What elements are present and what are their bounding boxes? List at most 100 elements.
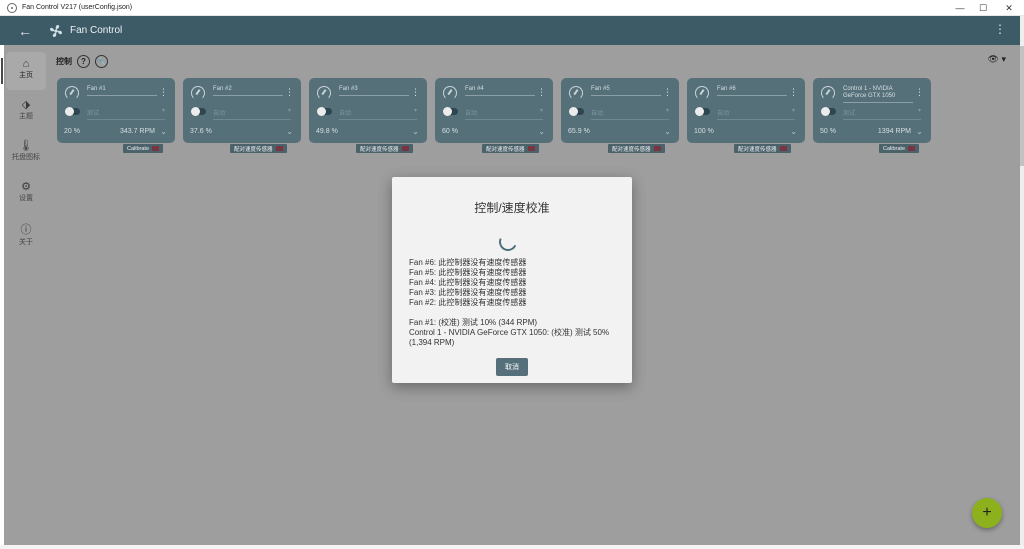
more-vert-icon[interactable]: ⋮ bbox=[537, 87, 546, 98]
cancel-button[interactable]: 取消 bbox=[496, 358, 528, 376]
mode-select[interactable]: 自动 bbox=[339, 107, 417, 120]
more-vert-icon[interactable]: ⋮ bbox=[663, 87, 672, 98]
badge-label: Calibrate bbox=[127, 145, 150, 152]
badge-swatch bbox=[908, 146, 916, 151]
sidebar-item-theme[interactable]: ⬗ 主题 bbox=[6, 92, 46, 130]
mode-select[interactable]: 测试 bbox=[843, 107, 921, 120]
log-line: Fan #1: (校准) 测试 10% (344 RPM) bbox=[409, 318, 538, 327]
fan-percent: 49.8 % bbox=[316, 128, 338, 135]
fan-name[interactable]: Fan #2 bbox=[213, 86, 283, 96]
visibility-icon[interactable]: 👁 ▾ bbox=[988, 54, 1006, 65]
fan-name[interactable]: Fan #5 bbox=[591, 86, 661, 96]
pair-speed-sensor-badge[interactable]: 配对速度传感器 bbox=[734, 144, 791, 153]
more-vert-icon[interactable]: ⋮ bbox=[159, 87, 168, 98]
sidebar-item-label: 托盘图标 bbox=[12, 154, 40, 161]
badge-swatch bbox=[779, 146, 787, 151]
fan-percent: 37.6 % bbox=[190, 128, 212, 135]
dialog-title: 控制/速度校准 bbox=[474, 201, 550, 215]
sidebar-item-about[interactable]: ⓘ 关于 bbox=[6, 215, 46, 253]
enable-toggle[interactable] bbox=[821, 107, 836, 116]
more-vert-icon[interactable]: ⋮ bbox=[915, 87, 924, 98]
more-vert-icon[interactable]: ⋮ bbox=[789, 87, 798, 98]
fan-name[interactable]: Fan #4 bbox=[465, 86, 535, 96]
pair-speed-sensor-badge[interactable]: 配对速度传感器 bbox=[356, 144, 413, 153]
log-line: Fan #3: 此控制器没有速度传感器 bbox=[409, 288, 527, 297]
gauge-icon bbox=[695, 86, 709, 100]
home-icon: ⌂ bbox=[22, 58, 30, 70]
status-strip bbox=[0, 545, 1024, 549]
chevron-down-icon[interactable]: ⌄ bbox=[790, 127, 797, 136]
log-line: Fan #6: 此控制器没有速度传感器 bbox=[409, 258, 527, 267]
chevron-down-icon[interactable]: ⌄ bbox=[538, 127, 545, 136]
mode-select[interactable]: 自动 bbox=[213, 107, 291, 120]
pair-speed-sensor-badge[interactable]: 配对速度传感器 bbox=[482, 144, 539, 153]
fan-name[interactable]: Fan #6 bbox=[717, 86, 787, 96]
enable-toggle[interactable] bbox=[443, 107, 458, 116]
calibration-log: Fan #6: 此控制器没有速度传感器 Fan #5: 此控制器没有速度传感器 … bbox=[409, 258, 624, 348]
enable-toggle[interactable] bbox=[695, 107, 710, 116]
sidebar-item-settings[interactable]: ⚙ 设置 bbox=[6, 174, 46, 212]
log-line: Fan #5: 此控制器没有速度传感器 bbox=[409, 268, 527, 277]
badge-swatch bbox=[401, 146, 409, 151]
calibration-dialog: 控制/速度校准 Fan #6: 此控制器没有速度传感器 Fan #5: 此控制器… bbox=[392, 177, 632, 383]
chevron-down-icon[interactable]: ⌄ bbox=[286, 127, 293, 136]
mode-select[interactable]: 自动 bbox=[717, 107, 795, 120]
fan-percent: 20 % bbox=[64, 128, 80, 135]
fan-percent: 100 % bbox=[694, 128, 714, 135]
fan-name[interactable]: Fan #1 bbox=[87, 86, 157, 96]
enable-toggle[interactable] bbox=[65, 107, 80, 116]
calibrate-badge[interactable]: Calibrate bbox=[123, 144, 164, 153]
back-arrow-icon[interactable]: ← bbox=[18, 23, 32, 39]
scrollbar[interactable] bbox=[1020, 16, 1024, 549]
sidebar-item-home[interactable]: ⌂ 主页 bbox=[1, 52, 46, 90]
loading-spinner-icon bbox=[496, 230, 520, 254]
add-button[interactable]: + bbox=[972, 498, 1002, 528]
badge-swatch bbox=[152, 146, 160, 151]
wrench-icon[interactable]: 🔧 bbox=[95, 55, 108, 68]
scrollbar-thumb[interactable] bbox=[1020, 46, 1024, 166]
calibrate-badge[interactable]: Calibrate bbox=[879, 144, 920, 153]
close-button[interactable]: ✕ bbox=[994, 0, 1024, 16]
section-title: 控制 bbox=[56, 57, 72, 66]
fan-percent: 60 % bbox=[442, 128, 458, 135]
window-titlebar: Fan Control V217 (userConfig.json) — ☐ ✕ bbox=[0, 0, 1024, 16]
pair-speed-sensor-badge[interactable]: 配对速度传感器 bbox=[230, 144, 287, 153]
chevron-down-icon[interactable]: ⌄ bbox=[664, 127, 671, 136]
log-line: Fan #4: 此控制器没有速度传感器 bbox=[409, 278, 527, 287]
badge-swatch bbox=[527, 146, 535, 151]
more-vert-icon[interactable]: ⋮ bbox=[994, 22, 1006, 36]
app-icon bbox=[7, 2, 17, 13]
fan-percent: 65.9 % bbox=[568, 128, 590, 135]
chevron-down-icon[interactable]: ⌄ bbox=[916, 127, 923, 136]
enable-toggle[interactable] bbox=[317, 107, 332, 116]
fan-name[interactable]: Control 1 - NVIDIA GeForce GTX 1050 bbox=[843, 86, 913, 103]
fan-percent: 50 % bbox=[820, 128, 836, 135]
more-vert-icon[interactable]: ⋮ bbox=[285, 87, 294, 98]
fan-card: Fan #6 ⋮ 自动 100 % ⌄ bbox=[687, 78, 805, 143]
fan-name[interactable]: Fan #3 bbox=[339, 86, 409, 96]
more-vert-icon[interactable]: ⋮ bbox=[411, 87, 420, 98]
badge-label: 配对速度传感器 bbox=[612, 146, 651, 153]
sidebar-item-label: 主题 bbox=[19, 113, 33, 120]
app-name: Fan Control bbox=[70, 25, 123, 36]
mode-select[interactable]: 自动 bbox=[465, 107, 543, 120]
fan-card: Fan #1 ⋮ 测试 20 % 343.7 RPM ⌄ bbox=[57, 78, 175, 143]
mode-select[interactable]: 测试 bbox=[87, 107, 165, 120]
chevron-down-icon[interactable]: ⌄ bbox=[160, 127, 167, 136]
gauge-icon bbox=[65, 86, 79, 100]
pair-speed-sensor-badge[interactable]: 配对速度传感器 bbox=[608, 144, 665, 153]
fan-card: Control 1 - NVIDIA GeForce GTX 1050 ⋮ 测试… bbox=[813, 78, 931, 143]
sidebar-item-label: 关于 bbox=[19, 239, 33, 246]
fan-card: Fan #5 ⋮ 自动 65.9 % ⌄ bbox=[561, 78, 679, 143]
sidebar-item-tray-icon[interactable]: 🌡 托盘图标 bbox=[6, 133, 46, 171]
gauge-icon bbox=[317, 86, 331, 100]
chevron-down-icon[interactable]: ⌄ bbox=[412, 127, 419, 136]
badge-swatch bbox=[653, 146, 661, 151]
mode-select[interactable]: 自动 bbox=[591, 107, 669, 120]
gear-icon: ⚙ bbox=[21, 181, 31, 193]
help-icon[interactable]: ? bbox=[77, 55, 90, 68]
enable-toggle[interactable] bbox=[569, 107, 584, 116]
badge-label: Calibrate bbox=[883, 145, 906, 152]
enable-toggle[interactable] bbox=[191, 107, 206, 116]
badge-label: 配对速度传感器 bbox=[360, 146, 399, 153]
